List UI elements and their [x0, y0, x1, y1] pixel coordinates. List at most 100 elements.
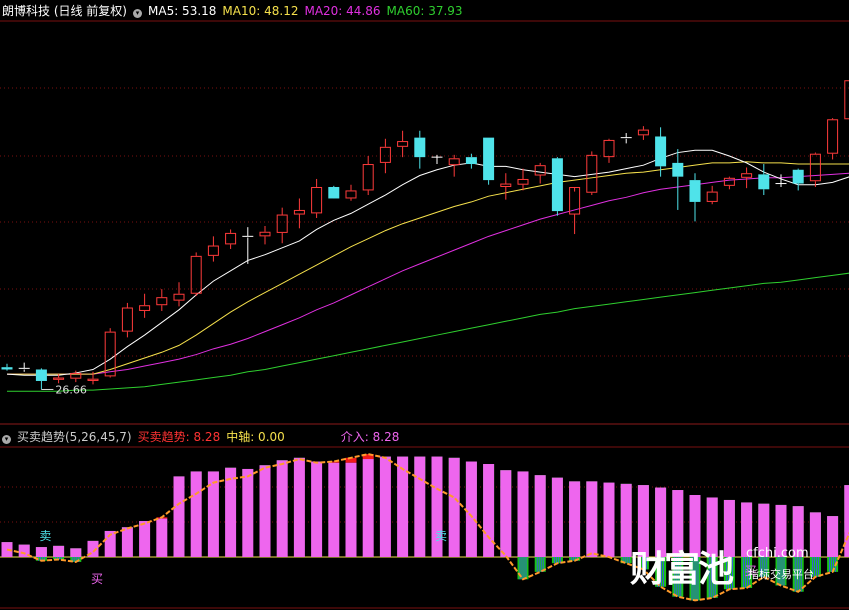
main-header: 朗博科技 (日线 前复权) ▾ MA5: 53.18 MA10: 48.12 MA20:… — [2, 2, 469, 19]
candle-body — [293, 209, 305, 215]
ma5-line — [6, 149, 849, 376]
ma20-label: MA20: 44.86 — [304, 4, 381, 18]
candle-body — [844, 80, 849, 120]
candle — [792, 168, 804, 191]
candle — [414, 130, 426, 169]
candle-body — [809, 153, 821, 182]
candle-body — [517, 178, 529, 185]
candle — [328, 185, 340, 199]
candle — [311, 178, 323, 218]
stock-chart: 55.0026.66卖卖买买 — [0, 20, 849, 609]
candle-body — [551, 158, 563, 212]
candle-body — [190, 255, 202, 294]
candle-body — [414, 137, 426, 158]
trend-bar — [551, 477, 563, 557]
candle — [225, 229, 237, 249]
ma60-line — [7, 272, 849, 392]
candle — [758, 164, 770, 196]
candle — [207, 236, 219, 262]
candle — [397, 130, 409, 158]
candle-body — [259, 231, 271, 237]
candle — [500, 173, 512, 200]
candle — [259, 226, 271, 245]
candle — [173, 282, 185, 307]
trend-bar — [483, 464, 495, 557]
candle — [35, 368, 47, 390]
indicator-title: 买卖趋势(5,26,45,7) — [17, 430, 132, 444]
candle-body — [758, 174, 770, 190]
stock-title: 朗博科技 (日线 前复权) — [2, 4, 127, 18]
candle — [156, 289, 168, 311]
sell-signal: 卖 — [39, 529, 51, 543]
candle-body — [741, 173, 753, 178]
candle — [586, 151, 598, 196]
candle-body — [689, 180, 701, 202]
candle — [139, 293, 151, 318]
candle — [345, 184, 357, 201]
candle-body — [139, 305, 151, 311]
candle — [293, 198, 305, 229]
trend-bar — [311, 461, 323, 557]
ma20-line — [7, 172, 849, 375]
watermark: 财富池 cfchi.com 指标交易平台 — [630, 540, 820, 590]
watermark-url: cfchi.com — [746, 546, 809, 561]
candle — [121, 302, 133, 338]
candle — [741, 167, 753, 189]
candle — [534, 162, 546, 184]
candle — [706, 185, 718, 205]
trend-bar — [190, 471, 202, 557]
candle-body — [655, 136, 667, 167]
candle — [827, 118, 839, 160]
candle-body — [53, 377, 65, 380]
candle-body — [207, 245, 219, 256]
candle-body — [827, 119, 839, 154]
candle — [242, 227, 254, 264]
trend-bar — [276, 460, 288, 557]
candle-body — [121, 307, 133, 332]
collapse-icon[interactable]: ▾ — [2, 435, 11, 444]
candle-body — [311, 186, 323, 214]
candle — [18, 362, 30, 372]
candle — [362, 156, 374, 196]
trend-bar — [139, 521, 151, 557]
entry-value-label: 介入: 8.28 — [340, 430, 400, 444]
trend-bar — [328, 462, 340, 557]
candle — [483, 137, 495, 185]
trend-bar — [603, 482, 615, 557]
trend-bar — [156, 518, 168, 557]
candle-body — [448, 158, 460, 166]
candle-body — [792, 169, 804, 184]
candle — [620, 133, 632, 144]
trend-bar — [121, 527, 133, 557]
trend-bar — [465, 461, 477, 557]
candle — [723, 176, 735, 190]
candle — [809, 152, 821, 187]
candle-body — [672, 162, 684, 177]
candle — [1, 363, 13, 371]
trend-bar — [569, 481, 581, 557]
trend-bar — [70, 548, 82, 557]
candle-body — [603, 139, 615, 158]
candle — [672, 149, 684, 210]
trend-bar — [500, 470, 512, 557]
low-price-label: 26.66 — [55, 383, 87, 396]
ma10-label: MA10: 48.12 — [222, 4, 299, 18]
candle — [517, 168, 529, 191]
trend-bar — [293, 457, 305, 557]
candle-body — [87, 378, 99, 381]
buy-signal: 买 — [91, 572, 103, 586]
candle — [689, 173, 701, 222]
trend-bar — [586, 481, 598, 557]
candle-body — [362, 164, 374, 191]
trend-bar — [448, 457, 460, 557]
trend-bar — [53, 545, 65, 557]
sell-signal: 卖 — [435, 529, 447, 543]
trend-bar — [844, 485, 849, 557]
trend-bar — [362, 459, 374, 557]
trend-bar — [345, 462, 357, 557]
candle — [637, 126, 649, 140]
collapse-icon[interactable]: ▾ — [133, 9, 142, 18]
candle-body — [345, 190, 357, 199]
candle-body — [35, 369, 47, 381]
candle-body — [328, 186, 340, 199]
